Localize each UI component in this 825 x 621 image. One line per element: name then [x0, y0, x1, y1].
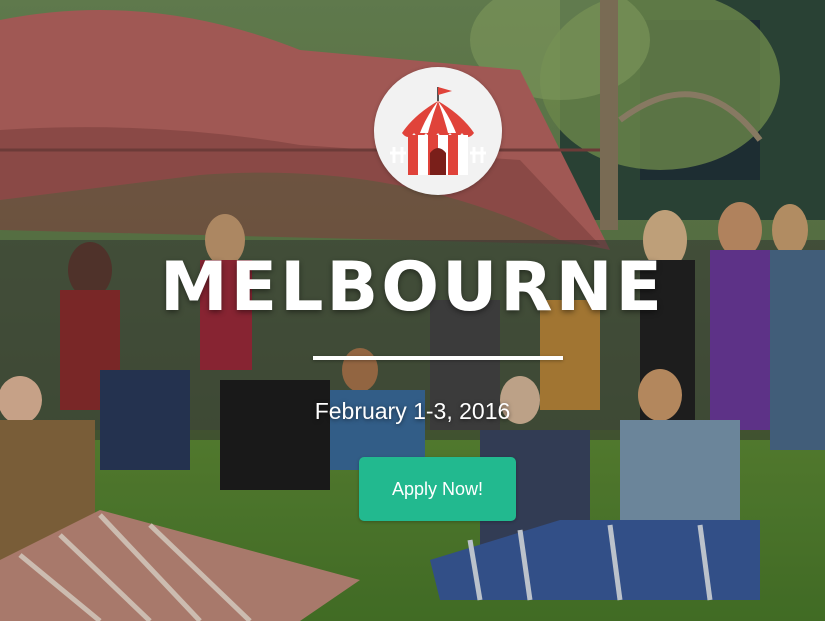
event-logo — [374, 67, 502, 195]
title-divider — [313, 356, 563, 360]
circus-tent-icon — [390, 87, 486, 175]
city-title: MELBOURNE — [159, 248, 666, 327]
apply-now-button[interactable]: Apply Now! — [359, 457, 516, 521]
event-date: February 1-3, 2016 — [314, 398, 511, 424]
hero-section: MELBOURNE February 1-3, 2016 Apply Now! — [0, 0, 825, 621]
